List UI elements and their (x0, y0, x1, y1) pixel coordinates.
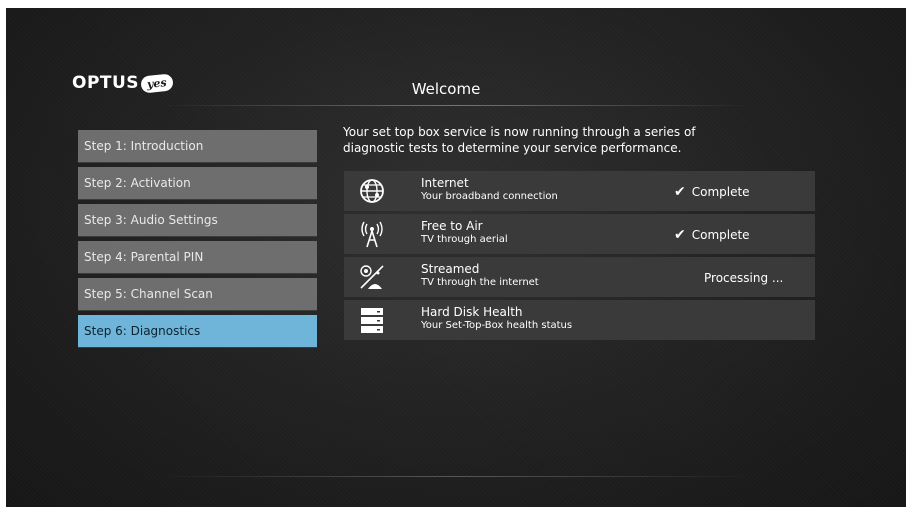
step-label: Step 5: Channel Scan (84, 287, 213, 301)
intro-text: Your set top box service is now running … (343, 124, 783, 156)
globe-icon (358, 177, 386, 205)
test-name: Streamed (421, 262, 480, 276)
status-label: Processing ... (704, 271, 784, 285)
intro-line-1: Your set top box service is now running … (343, 125, 696, 139)
test-name: Free to Air (421, 219, 483, 233)
intro-line-2: diagnostic tests to determine your servi… (343, 141, 682, 155)
test-description: TV through aerial (421, 234, 508, 245)
streaming-icon (358, 263, 386, 291)
page-title: Welcome (411, 80, 481, 98)
test-description: TV through the internet (421, 277, 539, 288)
footer-divider (156, 476, 756, 477)
tv-screen: OPTUS yes Welcome Step 1: Introduction S… (6, 8, 906, 507)
step-label: Step 6: Diagnostics (84, 324, 201, 338)
test-row-streamed: Streamed TV through the internet Process… (344, 257, 815, 297)
step-activation[interactable]: Step 2: Activation (78, 167, 317, 200)
step-introduction[interactable]: Step 1: Introduction (78, 130, 317, 163)
logo-wordmark: OPTUS (72, 73, 140, 93)
test-row-hard-disk-health: Hard Disk Health Your Set-Top-Box health… (344, 300, 815, 340)
test-row-internet: Internet Your broadband connection ✔ Comp… (344, 171, 815, 211)
checkmark-icon: ✔ (674, 227, 686, 243)
step-label: Step 4: Parental PIN (84, 250, 204, 264)
title-divider (156, 105, 756, 106)
step-label: Step 1: Introduction (84, 139, 204, 153)
antenna-icon (358, 220, 386, 248)
steps-menu: Step 1: Introduction Step 2: Activation … (78, 130, 317, 352)
test-status: ✔ Complete (674, 227, 750, 243)
checkmark-icon: ✔ (674, 184, 686, 200)
test-name: Hard Disk Health (421, 305, 523, 319)
logo-badge: yes (140, 72, 174, 94)
optus-yes-logo: OPTUS yes (72, 70, 174, 96)
test-description: Your broadband connection (421, 191, 558, 202)
hard-disk-icon (358, 306, 386, 334)
status-label: Complete (691, 228, 750, 242)
test-status (674, 313, 680, 329)
step-parental-pin[interactable]: Step 4: Parental PIN (78, 241, 317, 274)
step-channel-scan[interactable]: Step 5: Channel Scan (78, 278, 317, 311)
test-description: Your Set-Top-Box health status (421, 320, 573, 331)
diagnostic-tests-list: Internet Your broadband connection ✔ Comp… (344, 171, 815, 343)
test-status: Processing ... (698, 270, 783, 286)
test-row-free-to-air: Free to Air TV through aerial ✔ Complete (344, 214, 815, 254)
step-diagnostics[interactable]: Step 6: Diagnostics (78, 315, 317, 348)
step-audio-settings[interactable]: Step 3: Audio Settings (78, 204, 317, 237)
status-label: Complete (691, 185, 750, 199)
test-status: ✔ Complete (674, 184, 750, 200)
step-label: Step 3: Audio Settings (84, 213, 218, 227)
test-name: Internet (421, 176, 469, 190)
step-label: Step 2: Activation (84, 176, 191, 190)
